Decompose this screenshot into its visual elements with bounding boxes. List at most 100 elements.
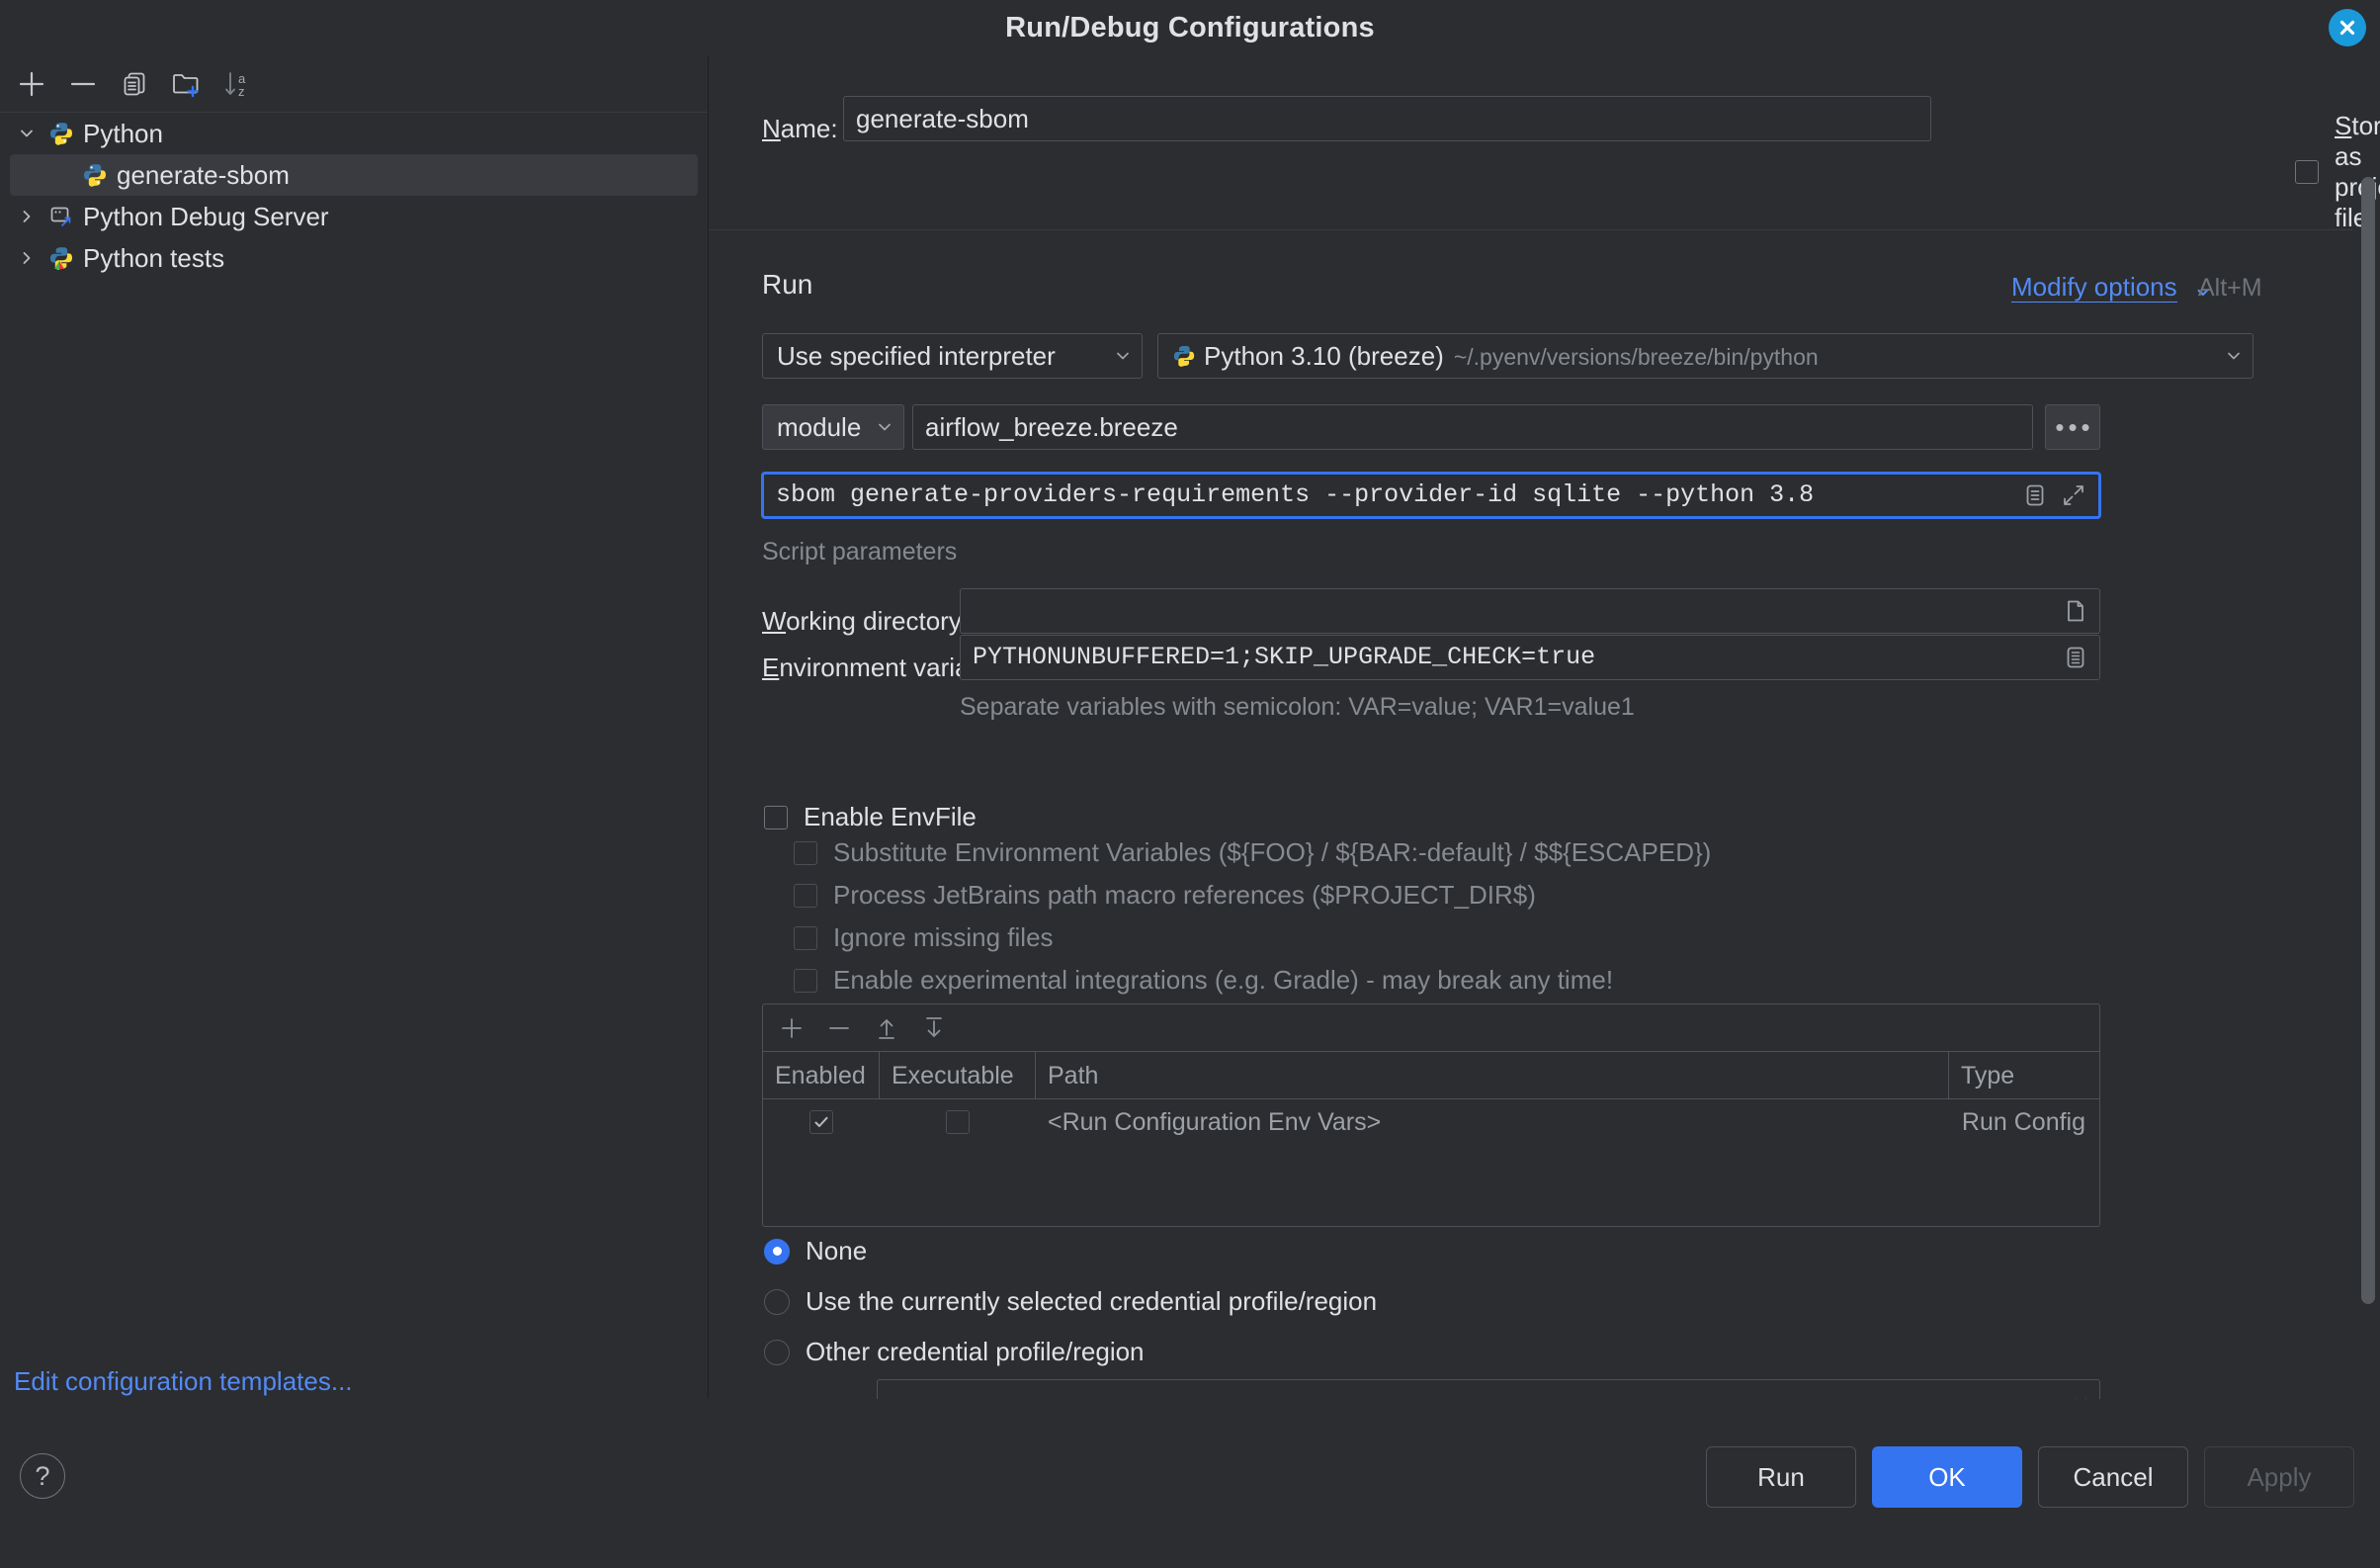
sort-configurations-button[interactable]: a z [212,59,263,109]
envfile-option-ignore-missing-row[interactable]: Ignore missing files [794,922,1054,953]
configurations-tree: Python generate-sbom Python Debug Server… [0,113,708,279]
store-as-project-file-checkbox[interactable] [2295,160,2319,184]
credentials-option-current-label: Use the currently selected credential pr… [806,1286,1378,1316]
cancel-button[interactable]: Cancel [2038,1446,2188,1508]
chevron-down-icon [876,412,893,443]
close-icon[interactable] [2329,9,2366,46]
tree-item-label: Python [83,118,163,148]
script-parameters-hint: Script parameters [762,538,958,566]
envfile-option-experimental-checkbox[interactable] [794,968,817,993]
script-parameters-field[interactable]: sbom generate-providers-requirements --p… [762,473,2100,518]
help-button[interactable]: ? [20,1453,65,1499]
envfile-remove-button[interactable] [824,1013,854,1043]
working-directory-field[interactable] [960,588,2100,634]
environment-variables-hint: Separate variables with semicolon: VAR=v… [960,693,1635,721]
debug-server-icon [43,204,79,229]
credentials-option-none-row[interactable]: None [764,1236,867,1266]
chevron-down-icon[interactable] [10,125,43,142]
target-type-value: module [777,411,862,442]
row-type-cell: Run Config [1961,1107,2085,1136]
modify-options-button[interactable]: Modify options ⌄ [2011,272,2214,303]
sidebar-toolbar: a z [0,56,708,112]
column-header-executable[interactable]: Executable [880,1051,1036,1099]
tree-item-label: Python tests [83,242,225,273]
configuration-editor: Name: Store as project file Run Modify o… [709,56,2380,1454]
name-label: Name: [762,114,838,143]
column-header-type[interactable]: Type [1949,1052,2099,1099]
row-executable-cell[interactable] [880,1110,1036,1134]
credentials-option-other-radio[interactable] [764,1339,790,1365]
tree-item-python-debug-server[interactable]: Python Debug Server [0,196,708,237]
modify-options-shortcut: Alt+M [2198,274,2262,302]
credentials-option-current-row[interactable]: Use the currently selected credential pr… [764,1286,1377,1317]
column-header-path[interactable]: Path [1036,1051,1949,1099]
envfile-option-macros-label: Process JetBrains path macro references … [833,880,1536,910]
window-titlebar: Run/Debug Configurations [0,0,2380,56]
envfile-move-up-button[interactable] [872,1013,901,1043]
envfile-table: Enabled Executable Path Type <Run Config… [762,1003,2100,1227]
interpreter-dropdown[interactable]: Python 3.10 (breeze) ~/.pyenv/versions/b… [1157,333,2253,379]
envfile-option-macros-checkbox[interactable] [794,883,817,908]
tree-item-label: generate-sbom [117,159,290,190]
envfile-option-substitute-checkbox[interactable] [794,840,817,865]
envfile-option-substitute-row[interactable]: Substitute Environment Variables (${FOO}… [794,837,1711,868]
ok-button[interactable]: OK [1872,1446,2022,1508]
edit-configuration-templates-link[interactable]: Edit configuration templates... [14,1366,353,1397]
row-enabled-cell[interactable] [763,1110,880,1134]
column-header-enabled[interactable]: Enabled [763,1051,880,1099]
target-value-input[interactable] [912,404,2033,450]
interpreter-mode-dropdown[interactable]: Use specified interpreter [762,333,1143,379]
configurations-sidebar: a z Python generate-sbom Python Debug Se… [0,56,708,1454]
interpreter-name: Python 3.10 (breeze) [1204,340,1444,371]
envfile-option-experimental-label: Enable experimental integrations (e.g. G… [833,965,1614,995]
editor-scrollbar[interactable] [2358,56,2380,1454]
envfile-move-down-button[interactable] [919,1013,949,1043]
environment-variables-value: PYTHONUNBUFFERED=1;SKIP_UPGRADE_CHECK=tr… [973,643,1596,671]
folder-icon[interactable] [2064,598,2087,624]
modify-options-label: Modify options [2011,272,2177,303]
svg-text:z: z [238,84,245,99]
envfile-add-button[interactable] [777,1013,807,1043]
credentials-option-other-row[interactable]: Other credential profile/region [764,1337,1145,1367]
chevron-right-icon[interactable] [10,249,43,267]
credentials-option-current-radio[interactable] [764,1288,790,1315]
row-enabled-checkbox[interactable] [809,1110,833,1134]
copy-configuration-button[interactable] [109,59,160,109]
envfile-option-experimental-row[interactable]: Enable experimental integrations (e.g. G… [794,965,1613,996]
working-directory-label: Working directory: [762,606,970,636]
dialog-footer: ? Run OK Cancel Apply [0,1399,2380,1568]
interpreter-mode-value: Use specified interpreter [777,340,1056,371]
table-row[interactable]: <Run Configuration Env Vars> Run Config [763,1099,2099,1145]
new-folder-button[interactable] [160,59,212,109]
tree-item-label: Python Debug Server [83,201,329,231]
target-type-dropdown[interactable]: module [762,404,904,450]
envfile-option-macros-row[interactable]: Process JetBrains path macro references … [794,880,1536,911]
run-button[interactable]: Run [1706,1446,1856,1508]
expand-macros-icon[interactable] [2023,482,2047,508]
dialog-buttons: Run OK Cancel Apply [1706,1446,2354,1508]
envfile-table-header: Enabled Executable Path Type [763,1051,2099,1099]
envfile-option-ignore-missing-checkbox[interactable] [794,925,817,950]
expand-editor-icon[interactable] [2061,482,2086,508]
edit-env-vars-icon[interactable] [2064,645,2087,670]
environment-variables-field[interactable]: PYTHONUNBUFFERED=1;SKIP_UPGRADE_CHECK=tr… [960,635,2100,680]
remove-configuration-button[interactable] [57,59,109,109]
browse-target-button[interactable]: ••• [2045,404,2100,450]
add-configuration-button[interactable] [6,59,57,109]
credentials-option-none-radio[interactable] [764,1238,790,1264]
tree-item-python[interactable]: Python [0,113,708,154]
enable-envfile-checkbox[interactable] [764,805,788,829]
chevron-down-icon [1114,341,1132,372]
envfile-option-ignore-missing-label: Ignore missing files [833,922,1054,952]
window-title: Run/Debug Configurations [1005,12,1375,44]
interpreter-path: ~/.pyenv/versions/breeze/bin/python [1453,343,1819,370]
enable-envfile-row[interactable]: Enable EnvFile [764,802,977,832]
editor-scrollbar-thumb[interactable] [2361,177,2375,1304]
credentials-option-other-label: Other credential profile/region [806,1337,1145,1366]
row-executable-checkbox[interactable] [946,1110,970,1134]
tree-item-python-tests[interactable]: Python tests [0,237,708,279]
chevron-right-icon[interactable] [10,208,43,225]
name-input[interactable] [843,96,1931,141]
tree-item-generate-sbom[interactable]: generate-sbom [10,154,698,196]
name-section-divider [709,229,2352,230]
